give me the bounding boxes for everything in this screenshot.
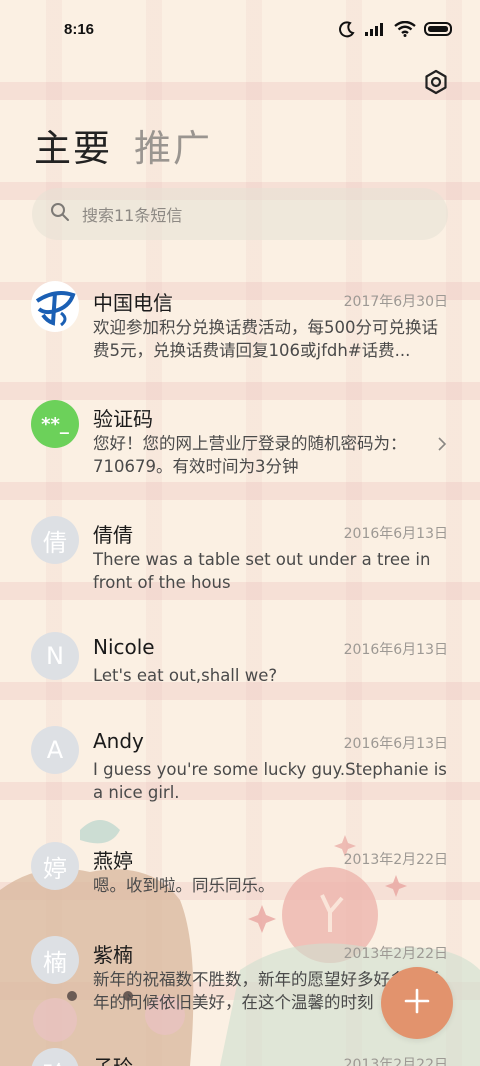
message-date: 2016年6月13日 bbox=[343, 526, 448, 542]
search-icon bbox=[50, 202, 70, 226]
tab-main[interactable]: 主要 bbox=[34, 118, 112, 172]
status-icons bbox=[338, 20, 454, 42]
avatar: 楠 bbox=[31, 936, 79, 984]
message-preview: 您好！您的网上营业厅登录的随机密码为：710679。有效时间为3分钟 bbox=[93, 434, 407, 476]
status-time: 8:16 bbox=[64, 21, 95, 38]
status-bar: 8:16 bbox=[0, 0, 480, 62]
conversation-item[interactable]: 婷 燕婷 2013年2月22日 嗯。收到啦。同乐同乐。 bbox=[0, 836, 480, 922]
message-date: 2013年2月22日 bbox=[343, 852, 448, 868]
conversation-item[interactable]: A Andy 2016年6月13日 I guess you're some lu… bbox=[0, 720, 480, 830]
verification-code-icon: **_ bbox=[41, 413, 69, 435]
message-date: 2016年6月13日 bbox=[343, 736, 448, 752]
contact-name: 紫楠 bbox=[93, 943, 133, 967]
contact-name: 验证码 bbox=[93, 407, 153, 431]
wifi-icon bbox=[394, 20, 416, 41]
battery-icon bbox=[424, 21, 454, 41]
conversation-item[interactable]: 中国电信 2017年6月30日 欢迎参加积分兑换话费活动，每500分可兑换话费5… bbox=[0, 278, 480, 388]
settings-icon bbox=[422, 69, 450, 100]
tab-bar: 主要 推广 bbox=[34, 118, 212, 172]
avatar: **_ bbox=[31, 400, 79, 448]
settings-button[interactable] bbox=[422, 68, 450, 96]
message-preview: There was a table set out under a tree i… bbox=[93, 550, 431, 592]
contact-name: Nicole bbox=[93, 635, 155, 659]
tab-promotions[interactable]: 推广 bbox=[134, 118, 212, 172]
contact-name: Andy bbox=[93, 729, 144, 753]
contact-name: 中国电信 bbox=[93, 291, 173, 315]
conversation-item[interactable]: 玲 子玲 2013年2月22日 bbox=[0, 1048, 480, 1066]
avatar bbox=[31, 281, 79, 335]
conversation-item[interactable]: 倩 倩倩 2016年6月13日 There was a table set ou… bbox=[0, 510, 480, 620]
signal-icon bbox=[364, 21, 386, 41]
contact-name: 燕婷 bbox=[93, 849, 133, 873]
message-preview: 欢迎参加积分兑换话费活动，每500分可兑换话费5元，兑换话费请回复106或jfd… bbox=[93, 318, 438, 360]
conversation-item[interactable]: **_ 验证码 您好！您的网上营业厅登录的随机密码为：710679。有效时间为3… bbox=[0, 394, 480, 504]
new-message-button[interactable] bbox=[381, 967, 453, 1039]
message-date: 2013年2月22日 bbox=[343, 1057, 448, 1066]
contact-name: 子玲 bbox=[93, 1051, 133, 1066]
message-preview: 嗯。收到啦。同乐同乐。 bbox=[93, 876, 275, 895]
avatar: A bbox=[31, 726, 79, 774]
message-date: 2016年6月13日 bbox=[343, 642, 448, 658]
search-placeholder: 搜索11条短信 bbox=[82, 206, 183, 225]
avatar: N bbox=[31, 632, 79, 680]
avatar: 倩 bbox=[31, 516, 79, 564]
search-input[interactable]: 搜索11条短信 bbox=[32, 188, 448, 240]
moon-icon bbox=[338, 20, 356, 42]
avatar: 婷 bbox=[31, 842, 79, 890]
telecom-logo-icon bbox=[31, 281, 79, 335]
contact-name: 倩倩 bbox=[93, 523, 133, 547]
avatar: 玲 bbox=[31, 1048, 79, 1066]
message-preview: I guess you're some lucky guy.Stephanie … bbox=[93, 760, 447, 802]
message-preview: Let's eat out,shall we? bbox=[93, 666, 278, 685]
message-date: 2013年2月22日 bbox=[343, 946, 448, 962]
chevron-right-icon[interactable] bbox=[436, 436, 448, 452]
conversation-item[interactable]: N Nicole 2016年6月13日 Let's eat out,shall … bbox=[0, 626, 480, 714]
message-date: 2017年6月30日 bbox=[343, 294, 448, 310]
plus-icon bbox=[403, 987, 431, 1019]
